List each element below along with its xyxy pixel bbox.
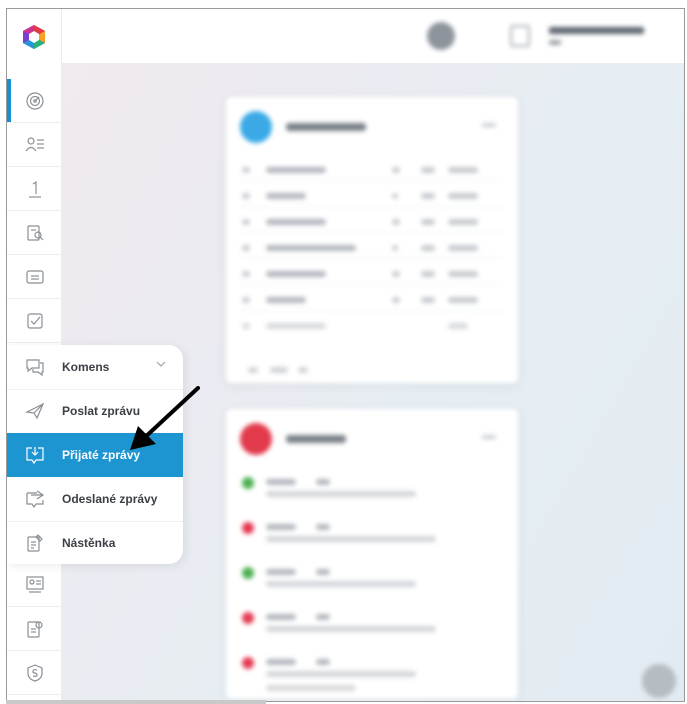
chevron-down-icon[interactable] <box>156 359 166 369</box>
card-avatar <box>240 111 272 143</box>
card-menu-icon[interactable] <box>482 435 496 439</box>
dashboard-icon[interactable] <box>7 79 62 123</box>
comments-icon <box>7 345 62 389</box>
user-sub-placeholder <box>549 40 561 45</box>
checklist-icon[interactable] <box>7 299 62 343</box>
header-avatar[interactable] <box>427 22 455 50</box>
grades-icon[interactable] <box>7 167 62 211</box>
menu-item-label: Odeslané zprávy <box>62 492 158 506</box>
app-window: Komens Poslat zprávu Přijaté zprávy Odes… <box>6 8 685 702</box>
bottom-scrollbar[interactable] <box>6 700 266 704</box>
komens-flyout-menu: Komens Poslat zprávu Přijaté zprávy Odes… <box>7 345 183 564</box>
shield-icon[interactable] <box>7 651 62 695</box>
inbox-icon <box>7 433 62 477</box>
card-title <box>286 123 366 131</box>
top-header <box>62 9 684 63</box>
card-menu-icon[interactable] <box>482 123 496 127</box>
menu-item-noticeboard[interactable]: Nástěnka <box>7 521 183 564</box>
menu-header-label: Komens <box>62 360 110 374</box>
grades-card <box>226 409 518 699</box>
menu-item-label: Nástěnka <box>62 536 116 550</box>
presentation-icon[interactable] <box>7 563 62 607</box>
menu-item-sent-messages[interactable]: Odeslané zprávy <box>7 477 183 521</box>
document-settings-icon[interactable] <box>7 607 62 651</box>
timetable-card <box>226 97 518 383</box>
students-icon[interactable] <box>7 123 62 167</box>
id-card-icon[interactable] <box>7 255 62 299</box>
homework-icon[interactable] <box>7 211 62 255</box>
user-name-placeholder <box>549 27 644 34</box>
card-title <box>286 435 346 443</box>
menu-header-komens[interactable]: Komens <box>7 345 183 389</box>
user-icon[interactable] <box>510 25 530 47</box>
app-logo[interactable] <box>21 24 47 50</box>
send-icon <box>7 389 62 433</box>
noticeboard-icon <box>7 521 62 564</box>
arrow-annotation <box>130 386 200 450</box>
sent-icon <box>7 477 62 521</box>
chat-icon[interactable] <box>642 664 676 698</box>
card-avatar <box>240 423 272 455</box>
